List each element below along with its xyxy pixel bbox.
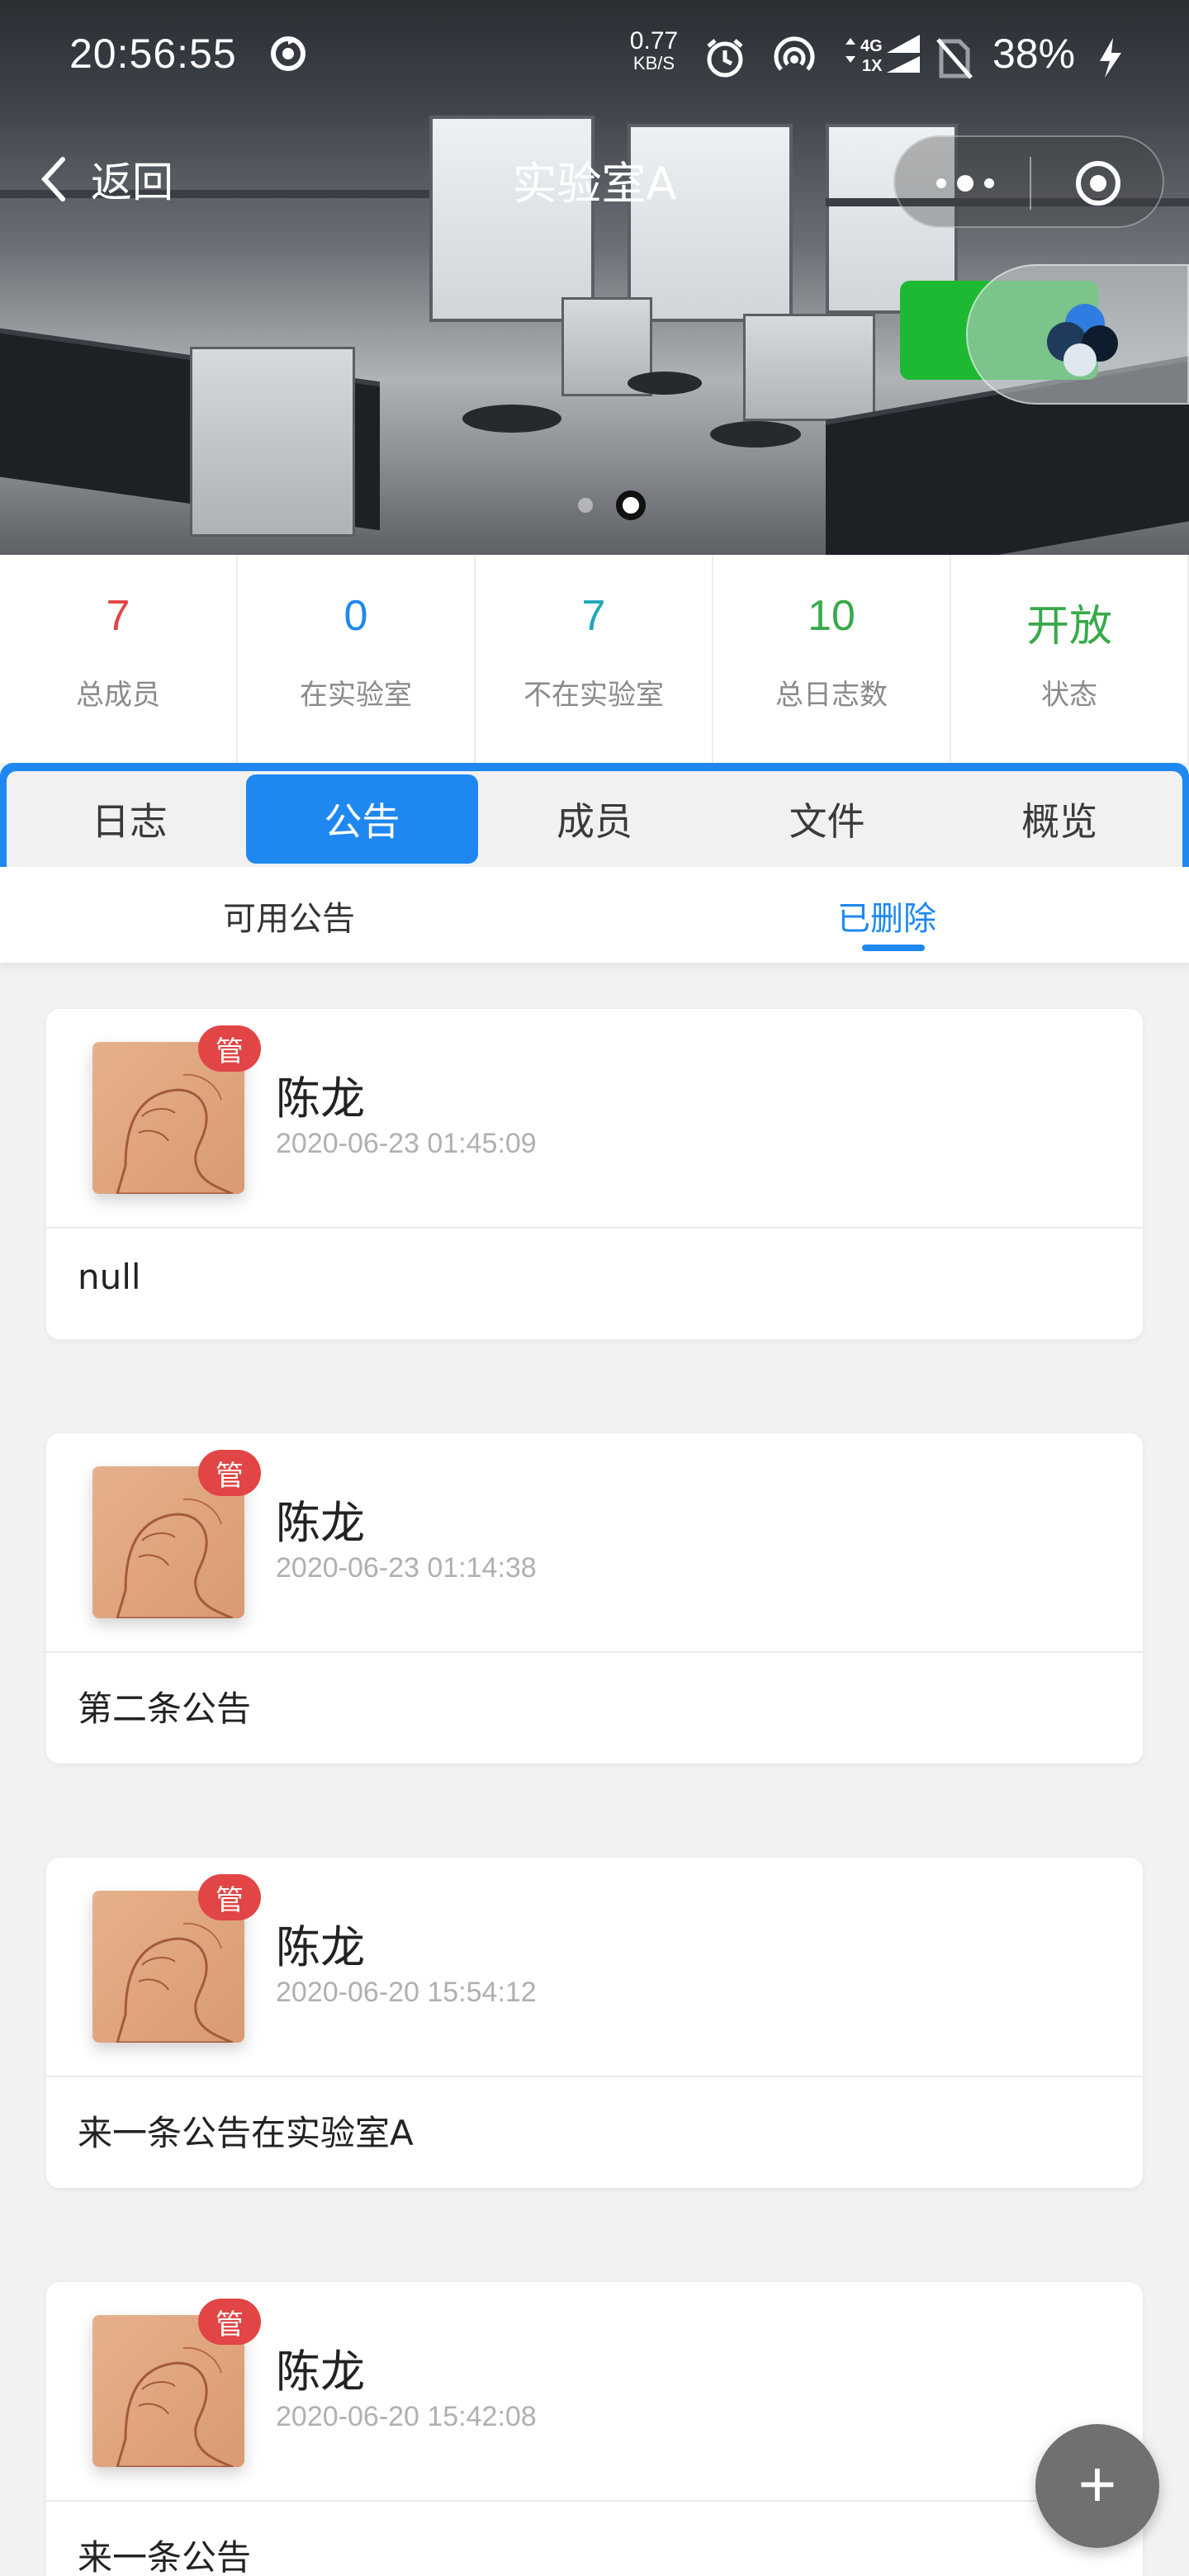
alarm-icon <box>703 36 746 78</box>
sync-icon <box>268 33 309 74</box>
pager-dot-active[interactable] <box>616 490 646 520</box>
author-name: 陈龙 <box>276 1073 365 1125</box>
announcement-content: 来一条公告 <box>78 2537 252 2576</box>
pager-dot[interactable] <box>578 498 593 513</box>
stat-value: 0 <box>343 592 368 640</box>
announcement-subtabs: 可用公告 已删除 <box>0 867 1189 963</box>
back-label: 返回 <box>91 159 173 206</box>
author-name: 陈龙 <box>276 1497 365 1549</box>
announcement-card[interactable]: 管陈龙 2020-06-20 15:54:12 来一条公告在实验室A <box>46 1858 1143 2188</box>
network-speed: 0.77 KB/S <box>621 28 687 73</box>
lab-banner: 20:56:55 0.77 KB/S 4G 1X 38% 返回 实验室A <box>0 0 1189 555</box>
tab-4[interactable]: 概览 <box>943 774 1176 864</box>
stat-label: 不在实验室 <box>523 679 664 712</box>
lab-stats: 7 总成员 0 在实验室 7 不在实验室 10 总日志数 开放状态 <box>0 555 1189 763</box>
admin-badge: 管 <box>198 1025 261 1072</box>
subtab-deleted[interactable]: 已删除 <box>837 892 936 940</box>
charging-icon <box>1095 36 1125 78</box>
more-icon[interactable] <box>928 159 1002 208</box>
status-bar: 20:56:55 0.77 KB/S 4G 1X 38% <box>0 0 1189 116</box>
network-speed-unit: KB/S <box>632 53 675 73</box>
page-title: 实验室A <box>512 158 677 210</box>
subtab-underline <box>862 945 925 951</box>
author-name: 陈龙 <box>276 1921 365 1973</box>
post-date: 2020-06-20 15:42:08 <box>276 2401 537 2432</box>
post-date: 2020-06-23 01:14:38 <box>276 1552 537 1584</box>
stat-label: 总成员 <box>76 679 160 712</box>
plus-icon: + <box>1078 2447 1117 2521</box>
stat-item: 10 总日志数 <box>713 555 951 763</box>
stat-value: 10 <box>808 592 855 640</box>
network-type-top: 4G <box>860 37 883 55</box>
assistant-logo-icon <box>1047 304 1118 376</box>
assistant-bubble[interactable] <box>966 264 1189 405</box>
add-announcement-button[interactable]: + <box>1035 2424 1159 2548</box>
tab-3[interactable]: 文件 <box>711 774 944 864</box>
close-miniprogram-icon[interactable] <box>1073 159 1123 208</box>
tab-0[interactable]: 日志 <box>13 774 246 864</box>
no-sim-icon <box>935 36 973 79</box>
subtab-available[interactable]: 可用公告 <box>223 892 355 940</box>
chevron-left-icon <box>40 157 65 201</box>
main-tabs: 日志 公告 成员 文件 概览 <box>0 763 1189 867</box>
stat-value: 7 <box>581 592 606 640</box>
card-divider <box>46 2076 1143 2077</box>
stat-item: 开放 状态 <box>951 555 1189 763</box>
stat-label: 在实验室 <box>300 679 412 712</box>
stat-value: 开放 <box>1026 603 1112 651</box>
lab-cabinet <box>190 347 355 537</box>
card-divider <box>46 1227 1143 1229</box>
network-type-bottom: 1X <box>862 57 883 75</box>
post-date: 2020-06-20 15:54:12 <box>276 1977 537 2008</box>
lab-stool <box>628 372 702 395</box>
announcement-content: 来一条公告在实验室A <box>78 2113 414 2153</box>
stat-value: 7 <box>106 592 130 640</box>
hotspot-icon <box>773 36 816 78</box>
admin-badge: 管 <box>198 1450 261 1496</box>
card-divider <box>46 1651 1143 1653</box>
admin-badge: 管 <box>198 2299 261 2345</box>
tab-1[interactable]: 公告 <box>245 774 479 864</box>
announcement-card[interactable]: 管陈龙 2020-06-23 01:14:38 第二条公告 <box>46 1433 1143 1764</box>
lab-stool <box>710 421 801 447</box>
card-divider <box>46 2500 1143 2502</box>
lab-cabinet <box>743 314 875 421</box>
cell-signal-icon: 4G 1X <box>837 31 928 75</box>
author-name: 陈龙 <box>276 2346 365 2398</box>
announcement-content: null <box>78 1257 141 1297</box>
back-button[interactable]: 返回 <box>38 150 173 208</box>
announcement-card[interactable]: 管陈龙 2020-06-20 15:42:08 来一条公告 <box>46 2282 1143 2576</box>
battery-percent: 38% <box>992 31 1076 77</box>
announcement-content: 第二条公告 <box>78 1688 252 1729</box>
miniprogram-capsule <box>893 135 1164 228</box>
tab-2[interactable]: 成员 <box>478 774 711 864</box>
stat-label: 总日志数 <box>775 679 888 712</box>
floating-assistant[interactable] <box>900 264 1189 405</box>
stat-item: 0 在实验室 <box>238 555 476 763</box>
tab-bar: 日志 公告 成员 文件 概览 <box>7 771 1182 867</box>
stat-label: 状态 <box>1041 679 1097 712</box>
announcement-card[interactable]: 管陈龙 2020-06-23 01:45:09 null <box>46 1009 1143 1339</box>
stat-item: 7 总成员 <box>0 555 238 763</box>
capsule-divider <box>1030 157 1031 210</box>
stat-item: 7 不在实验室 <box>476 555 713 763</box>
network-speed-value: 0.77 <box>629 27 679 54</box>
post-date: 2020-06-23 01:45:09 <box>276 1128 537 1159</box>
admin-badge: 管 <box>198 1874 261 1920</box>
lab-stool <box>462 405 561 433</box>
banner-pager <box>578 490 646 520</box>
clock-time: 20:56:55 <box>69 31 237 77</box>
